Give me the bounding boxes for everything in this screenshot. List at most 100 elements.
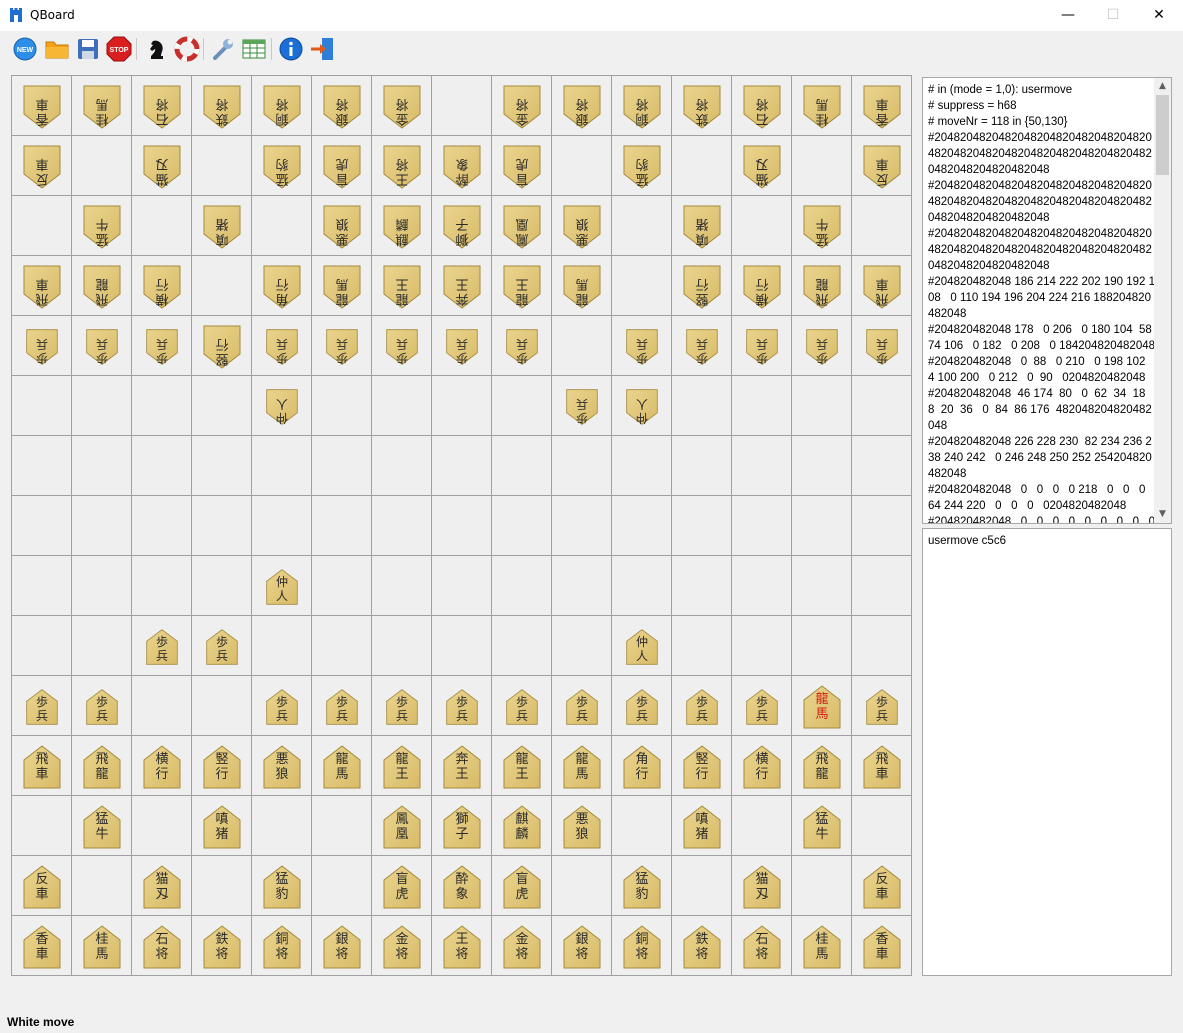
board-square[interactable] <box>612 256 672 316</box>
shogi-piece[interactable]: 王将 <box>442 924 482 970</box>
shogi-piece[interactable]: 桂馬 <box>802 84 842 130</box>
board-square[interactable]: 反車 <box>12 856 72 916</box>
board-square[interactable] <box>732 496 792 556</box>
shogi-piece[interactable]: 竪行 <box>682 264 722 310</box>
board-square[interactable]: 石将 <box>132 916 192 976</box>
board-square[interactable]: 横行 <box>732 736 792 796</box>
board-square[interactable] <box>372 616 432 676</box>
shogi-piece[interactable]: 歩兵 <box>385 688 419 726</box>
shogi-piece[interactable]: 歩兵 <box>325 328 359 366</box>
shogi-piece[interactable]: 香車 <box>22 924 62 970</box>
shogi-piece[interactable]: 麒麟 <box>382 204 422 250</box>
board-square[interactable]: 盲虎 <box>372 856 432 916</box>
shogi-piece[interactable]: 酔象 <box>442 864 482 910</box>
board-square[interactable] <box>612 436 672 496</box>
board-square[interactable] <box>12 796 72 856</box>
board-square[interactable] <box>792 436 852 496</box>
board-square[interactable]: 香車 <box>12 916 72 976</box>
board-square[interactable]: 銀将 <box>312 916 372 976</box>
shogi-piece[interactable]: 鉄将 <box>202 84 242 130</box>
board-square[interactable]: 香車 <box>852 916 912 976</box>
board-square[interactable] <box>252 616 312 676</box>
shogi-piece[interactable]: 鳳凰 <box>382 804 422 850</box>
shogi-piece[interactable]: 猛牛 <box>82 204 122 250</box>
shogi-piece[interactable]: 猛牛 <box>82 804 122 850</box>
board-square[interactable]: 反車 <box>12 136 72 196</box>
shogi-piece[interactable]: 歩兵 <box>805 328 839 366</box>
board-square[interactable]: 悪狼 <box>552 796 612 856</box>
board-square[interactable]: 猫刄 <box>732 136 792 196</box>
board-square[interactable]: 奔王 <box>432 256 492 316</box>
shogi-piece[interactable]: 反車 <box>862 864 902 910</box>
shogi-piece[interactable]: 仲人 <box>625 628 659 666</box>
board-square[interactable] <box>312 856 372 916</box>
shogi-piece[interactable]: 嗔猪 <box>682 804 722 850</box>
board-square[interactable]: 金将 <box>372 76 432 136</box>
board-square[interactable]: 竪行 <box>672 256 732 316</box>
shogi-piece[interactable]: 歩兵 <box>85 688 119 726</box>
exit-icon[interactable] <box>308 35 336 63</box>
board-square[interactable] <box>192 436 252 496</box>
shogi-piece[interactable]: 飛龍 <box>802 264 842 310</box>
board-square[interactable]: 酔象 <box>432 856 492 916</box>
board-square[interactable] <box>372 556 432 616</box>
shogi-piece[interactable]: 歩兵 <box>865 328 899 366</box>
shogi-piece[interactable]: 歩兵 <box>85 328 119 366</box>
new-game-icon[interactable]: NEW <box>11 35 39 63</box>
shogi-piece[interactable]: 反車 <box>22 144 62 190</box>
board-square[interactable] <box>672 856 732 916</box>
board-square[interactable]: 歩兵 <box>12 316 72 376</box>
board-square[interactable]: 歩兵 <box>372 316 432 376</box>
board-square[interactable] <box>312 616 372 676</box>
board-square[interactable] <box>672 496 732 556</box>
board-square[interactable]: 香車 <box>12 76 72 136</box>
board-square[interactable] <box>72 856 132 916</box>
shogi-piece[interactable]: 桂馬 <box>82 924 122 970</box>
board-square[interactable]: 猫刄 <box>732 856 792 916</box>
shogi-piece[interactable]: 桂馬 <box>802 924 842 970</box>
board-square[interactable]: 桂馬 <box>72 76 132 136</box>
board-square[interactable] <box>252 796 312 856</box>
board-square[interactable]: 猛牛 <box>792 796 852 856</box>
shogi-piece[interactable]: 猫刄 <box>142 144 182 190</box>
shogi-piece[interactable]: 歩兵 <box>265 328 299 366</box>
board-square[interactable]: 獅子 <box>432 796 492 856</box>
board-square[interactable] <box>72 376 132 436</box>
board-square[interactable] <box>432 616 492 676</box>
board-square[interactable] <box>12 496 72 556</box>
shogi-piece[interactable]: 猫刄 <box>742 144 782 190</box>
board-square[interactable]: 龍馬 <box>552 736 612 796</box>
board-square[interactable] <box>852 556 912 616</box>
shogi-piece[interactable]: 竪行 <box>202 744 242 790</box>
shogi-piece[interactable]: 歩兵 <box>505 688 539 726</box>
shogi-piece[interactable]: 龍王 <box>502 744 542 790</box>
shogi-piece[interactable]: 銅将 <box>262 924 302 970</box>
shogi-piece[interactable]: 飛車 <box>22 264 62 310</box>
shogi-piece[interactable]: 飛車 <box>22 744 62 790</box>
flip-board-icon[interactable] <box>173 35 201 63</box>
shogi-piece[interactable]: 歩兵 <box>145 628 179 666</box>
shogi-piece[interactable]: 盲虎 <box>322 144 362 190</box>
close-button[interactable]: ✕ <box>1136 0 1182 31</box>
shogi-piece[interactable]: 龍王 <box>382 744 422 790</box>
board-square[interactable] <box>312 436 372 496</box>
shogi-piece[interactable]: 仲人 <box>625 388 659 426</box>
shogi-piece[interactable]: 龍王 <box>382 264 422 310</box>
shogi-piece[interactable]: 横行 <box>742 264 782 310</box>
board-square[interactable]: 歩兵 <box>252 676 312 736</box>
board-square[interactable] <box>792 616 852 676</box>
board-square[interactable] <box>432 496 492 556</box>
board-square[interactable] <box>852 196 912 256</box>
board-square[interactable]: 猛豹 <box>612 856 672 916</box>
board-square[interactable]: 鉄将 <box>192 76 252 136</box>
board-square[interactable] <box>792 496 852 556</box>
board-square[interactable]: 歩兵 <box>552 376 612 436</box>
board-square[interactable] <box>612 196 672 256</box>
minimize-button[interactable]: — <box>1045 0 1091 31</box>
board-square[interactable] <box>552 496 612 556</box>
shogi-piece[interactable]: 龍馬 <box>562 264 602 310</box>
shogi-piece[interactable]: 反車 <box>22 864 62 910</box>
board-square[interactable]: 銅将 <box>612 76 672 136</box>
board-square[interactable]: 悪狼 <box>312 196 372 256</box>
stop-icon[interactable]: STOP <box>105 35 133 63</box>
